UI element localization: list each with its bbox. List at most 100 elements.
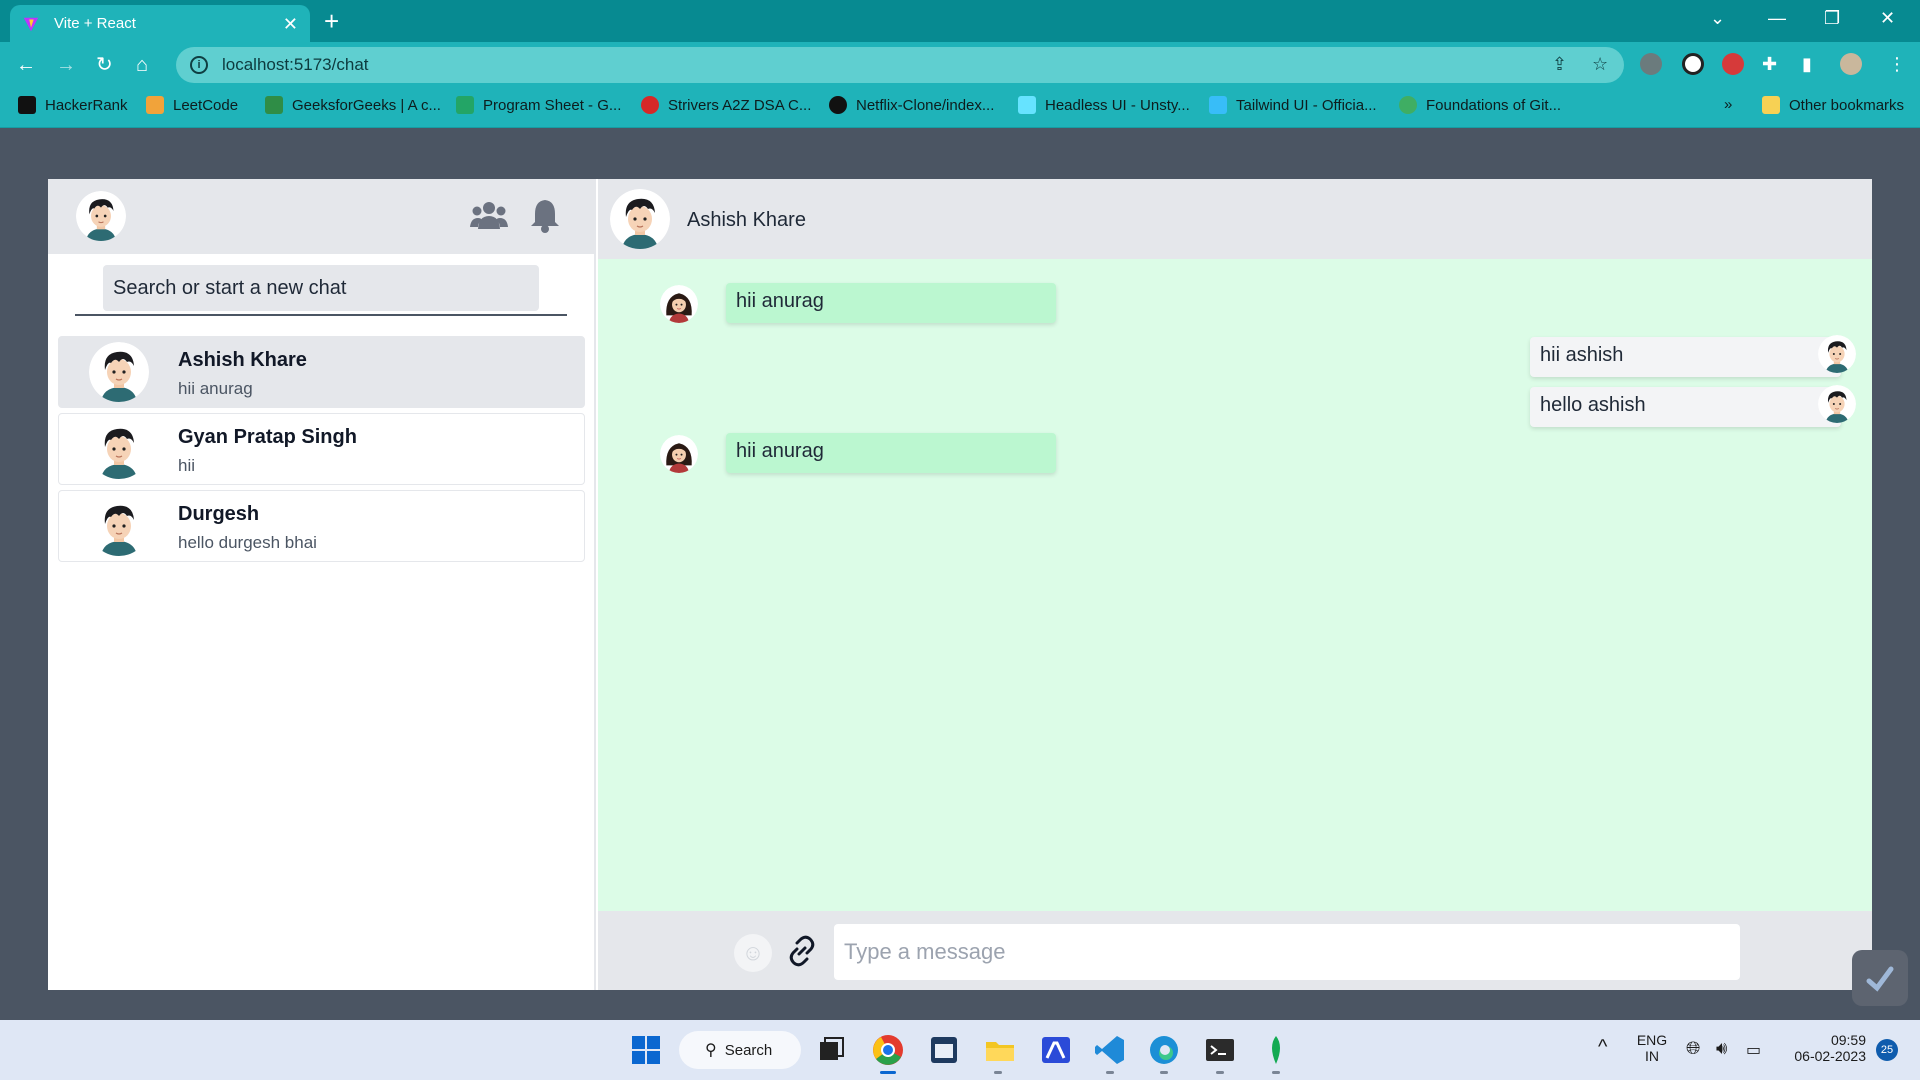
chat-list-item[interactable]: Durgesh hello durgesh bhai: [58, 490, 585, 562]
running-app-indicator: [1106, 1071, 1114, 1074]
editor-app-icon[interactable]: [1040, 1034, 1072, 1066]
geeksforgeeks-icon: [265, 96, 283, 114]
bookmark-star-icon[interactable]: ☆: [1592, 54, 1608, 75]
github-icon: [829, 96, 847, 114]
extension-speed-icon[interactable]: [1682, 53, 1704, 75]
task-view-icon[interactable]: [816, 1034, 848, 1066]
bookmark-netflix-clone[interactable]: Netflix-Clone/index...: [829, 96, 994, 114]
running-app-indicator: [994, 1071, 1002, 1074]
last-message: hello durgesh bhai: [178, 533, 317, 552]
date-text: 06-02-2023: [1794, 1048, 1866, 1064]
taskbar-search[interactable]: ⚲ Search: [679, 1031, 801, 1069]
message-composer: ☺: [598, 911, 1872, 990]
site-info-icon[interactable]: i: [190, 56, 208, 74]
sidebar-header: [48, 179, 596, 254]
profile-avatar[interactable]: [1840, 53, 1862, 75]
mongodb-icon[interactable]: [1260, 1034, 1292, 1066]
windows-start-icon[interactable]: [630, 1034, 662, 1066]
time-text: 09:59: [1830, 1032, 1866, 1048]
bookmark-program-sheet[interactable]: Program Sheet - G...: [456, 96, 621, 114]
message-bubble-outgoing: hello ashish: [1530, 387, 1841, 427]
side-panel-icon[interactable]: ▮: [1802, 54, 1812, 75]
chat-header: Ashish Khare: [598, 179, 1872, 259]
sender-avatar: [660, 435, 698, 473]
groups-icon[interactable]: [470, 199, 508, 231]
chat-contact-name: Ashish Khare: [687, 209, 806, 231]
close-window-icon[interactable]: ✕: [1880, 8, 1895, 29]
back-arrow-icon[interactable]: ←: [16, 54, 36, 76]
browser-toolbar: ← → ↻ ⌂ i localhost:5173/chat ⇪ ☆ ✚ ▮ ⋮: [0, 42, 1920, 88]
contact-name: Gyan Pratap Singh: [178, 426, 357, 448]
chat-list-item[interactable]: Gyan Pratap Singh hii: [58, 413, 585, 485]
language-indicator[interactable]: ENG IN: [1636, 1032, 1668, 1064]
notification-badge[interactable]: 25: [1876, 1039, 1898, 1061]
emoji-icon[interactable]: ☺: [734, 934, 772, 972]
last-message: hii: [178, 456, 196, 475]
extension-bug-icon[interactable]: [1640, 53, 1662, 75]
tab-search-chevron-icon[interactable]: ⌄: [1710, 8, 1725, 29]
bookmark-label: Netflix-Clone/index...: [856, 96, 995, 114]
contact-avatar[interactable]: [610, 189, 670, 249]
photos-app-icon[interactable]: [928, 1034, 960, 1066]
my-avatar[interactable]: [76, 191, 126, 241]
running-app-indicator: [1216, 1071, 1224, 1074]
vscode-icon[interactable]: [1094, 1034, 1126, 1066]
course-icon: [1399, 96, 1417, 114]
bookmark-label: HackerRank: [45, 96, 128, 114]
extensions-puzzle-icon[interactable]: ✚: [1762, 54, 1777, 75]
bookmark-leetcode[interactable]: LeetCode: [146, 96, 238, 114]
reload-icon[interactable]: ↻: [96, 54, 113, 76]
bookmark-hackerrank[interactable]: HackerRank: [18, 96, 128, 114]
bell-icon[interactable]: [529, 198, 561, 234]
my-message-avatar: [1818, 335, 1856, 373]
battery-icon[interactable]: ▭: [1746, 1040, 1761, 1060]
search-input[interactable]: Search or start a new chat: [103, 265, 539, 311]
sheets-icon: [456, 96, 474, 114]
file-explorer-icon[interactable]: [984, 1034, 1016, 1066]
forward-arrow-icon[interactable]: →: [56, 54, 76, 76]
hackerrank-icon: [18, 96, 36, 114]
bookmarks-bar: HackerRank LeetCode GeeksforGeeks | A c.…: [0, 88, 1920, 128]
other-bookmarks-label: Other bookmarks: [1789, 96, 1905, 114]
bookmark-headless-ui[interactable]: Headless UI - Unsty...: [1018, 96, 1190, 114]
attachment-link-icon[interactable]: [784, 933, 820, 969]
headless-ui-icon: [1018, 96, 1036, 114]
bookmark-label: Headless UI - Unsty...: [1045, 96, 1190, 114]
chat-list-item[interactable]: Ashish Khare hii anurag: [58, 336, 585, 408]
extension-red-icon[interactable]: [1722, 53, 1744, 75]
browser-tab-strip: Vite + React ✕ + ⌄ — ❐ ✕: [0, 0, 1920, 42]
bookmark-label: Tailwind UI - Officia...: [1236, 96, 1377, 114]
other-bookmarks[interactable]: Other bookmarks: [1762, 96, 1904, 114]
search-divider: [75, 314, 567, 316]
tab-close-icon[interactable]: ✕: [283, 15, 298, 33]
clock[interactable]: 09:59 06-02-2023: [1786, 1032, 1866, 1064]
network-globe-icon[interactable]: 🌐︎: [1686, 1038, 1700, 1059]
volume-icon[interactable]: 🔊︎: [1716, 1038, 1727, 1059]
bookmark-label: Strivers A2Z DSA C...: [668, 96, 812, 114]
terminal-icon[interactable]: [1204, 1034, 1236, 1066]
tab-title: Vite + React: [54, 15, 136, 32]
new-tab-icon[interactable]: +: [324, 8, 339, 34]
message-input[interactable]: [834, 924, 1740, 980]
address-bar[interactable]: i localhost:5173/chat: [176, 47, 1624, 83]
edge-icon[interactable]: [1148, 1034, 1180, 1066]
bookmark-foundations-git[interactable]: Foundations of Git...: [1399, 96, 1561, 114]
bookmark-geeksforgeeks[interactable]: GeeksforGeeks | A c...: [265, 96, 441, 114]
bookmarks-overflow-icon[interactable]: »: [1724, 96, 1732, 113]
overflow-label: »: [1724, 96, 1733, 113]
chrome-icon[interactable]: [872, 1034, 904, 1066]
running-app-indicator: [1160, 1071, 1168, 1074]
taskbar-search-label: Search: [724, 1041, 773, 1059]
floating-action-button[interactable]: [1852, 950, 1908, 1006]
browser-menu-icon[interactable]: ⋮: [1888, 54, 1906, 75]
browser-tab[interactable]: Vite + React ✕: [10, 5, 310, 42]
bookmark-tailwind-ui[interactable]: Tailwind UI - Officia...: [1209, 96, 1377, 114]
show-hidden-icons-icon[interactable]: ^: [1598, 1036, 1607, 1059]
restore-icon[interactable]: ❐: [1824, 8, 1840, 29]
home-icon[interactable]: ⌂: [136, 54, 148, 76]
contact-name: Ashish Khare: [178, 349, 307, 371]
share-icon[interactable]: ⇪: [1552, 54, 1567, 75]
minimize-icon[interactable]: —: [1768, 8, 1786, 29]
bookmark-strivers[interactable]: Strivers A2Z DSA C...: [641, 96, 811, 114]
message-bubble-incoming: hii anurag: [726, 433, 1056, 473]
